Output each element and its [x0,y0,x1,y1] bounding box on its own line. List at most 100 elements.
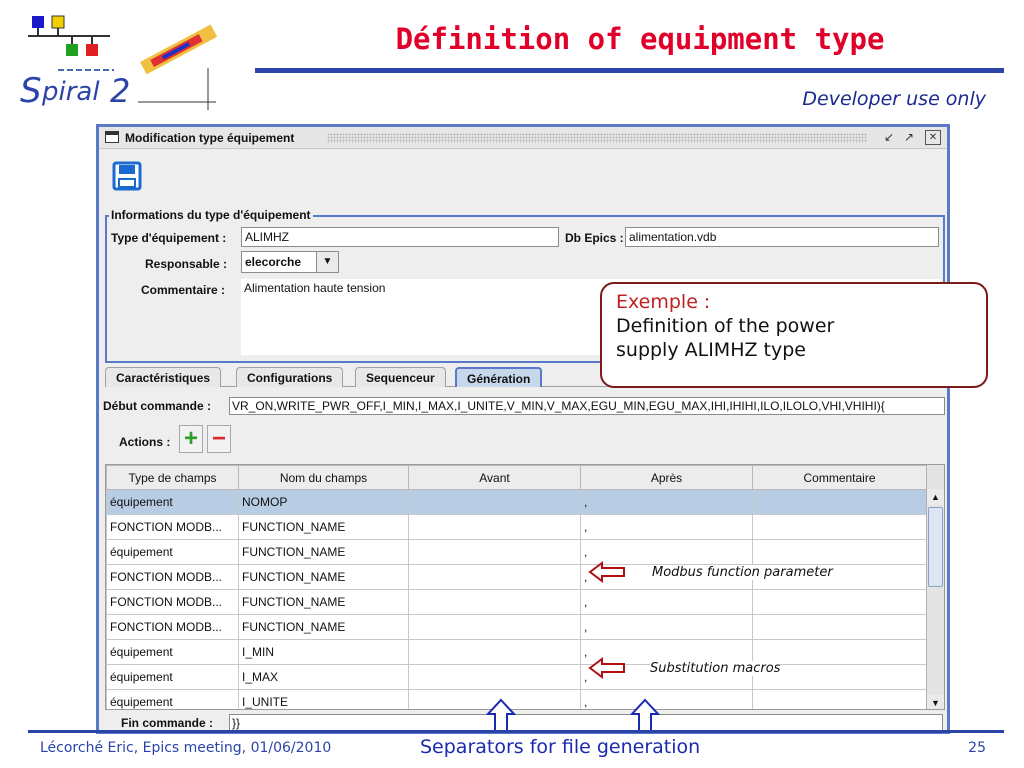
cell-avant[interactable] [408,539,581,565]
table-row[interactable]: FONCTION MODB... FUNCTION_NAME, [106,514,927,540]
responsable-select[interactable]: elecorche ▼ [241,251,339,273]
cell-type[interactable]: FONCTION MODB... [106,589,239,615]
developer-note: Developer use only [802,88,986,110]
cell-commentaire[interactable] [752,589,927,615]
footer-author: Lécorché Eric, Epics meeting, 01/06/2010 [40,740,332,756]
window-title: Modification type équipement [125,131,295,145]
cell-name[interactable]: I_MAX [238,664,409,690]
window-icon [105,131,119,143]
cell-name[interactable]: FUNCTION_NAME [238,539,409,565]
cell-apres[interactable]: , [580,614,753,640]
title-rule [255,68,1004,73]
cell-type[interactable]: FONCTION MODB... [106,614,239,640]
type-field[interactable]: ALIMHZ [241,227,559,247]
column-header-avant[interactable]: Avant [408,465,581,490]
cell-avant[interactable] [408,664,581,690]
cell-name[interactable]: NOMOP [238,489,409,515]
cell-commentaire[interactable] [752,514,927,540]
left-arrow-icon [588,657,625,679]
cell-apres[interactable]: , [580,589,753,615]
cell-commentaire[interactable] [752,489,927,515]
cell-type[interactable]: équipement [106,689,239,709]
save-icon[interactable] [111,160,143,192]
cell-commentaire[interactable] [752,614,927,640]
cell-name[interactable]: I_MIN [238,639,409,665]
actions-label: Actions : [119,435,171,449]
tab-generation[interactable]: Génération [455,367,543,387]
minimize-icon[interactable]: ↙ [881,130,897,145]
callout-line-1: Definition of the power [616,315,835,337]
cell-apres[interactable]: , [580,489,753,515]
slide-title: Définition of equipment type [395,22,885,56]
table-row[interactable]: équipement I_MAX, [106,664,927,690]
cell-avant[interactable] [408,589,581,615]
cell-name[interactable]: FUNCTION_NAME [238,589,409,615]
cell-avant[interactable] [408,489,581,515]
cell-type[interactable]: FONCTION MODB... [106,564,239,590]
cell-type[interactable]: équipement [106,664,239,690]
table-row[interactable]: équipement FUNCTION_NAME, [106,539,927,565]
svg-text:2: 2 [110,72,130,110]
scroll-down-icon[interactable]: ▼ [927,695,944,709]
close-icon[interactable]: ✕ [925,130,941,145]
callout-line-2: supply ALIMHZ type [616,339,806,361]
table-row[interactable]: équipement I_UNITE, [106,689,927,709]
cell-avant[interactable] [408,564,581,590]
remove-row-button[interactable]: − [207,425,231,453]
column-header-commentaire[interactable]: Commentaire [752,465,927,490]
cell-apres[interactable]: , [580,689,753,709]
fields-table: Type de champs Nom du champs Avant Après… [105,464,945,710]
db-epics-field[interactable]: alimentation.vdb [625,227,939,247]
left-arrow-icon [588,561,625,583]
table-row[interactable]: FONCTION MODB... FUNCTION_NAME, [106,614,927,640]
column-header-apres[interactable]: Après [580,465,753,490]
separators-caption: Separators for file generation [420,736,701,758]
column-header-type[interactable]: Type de champs [106,465,239,490]
cell-name[interactable]: FUNCTION_NAME [238,514,409,540]
cell-avant[interactable] [408,614,581,640]
callout-title: Exemple : [616,291,711,313]
scroll-up-icon[interactable]: ▲ [927,489,944,505]
debut-commande-label: Début commande : [103,399,212,413]
modification-window: Modification type équipement ↙ ↗ ✕ Infor… [96,124,950,734]
fin-commande-label: Fin commande : [121,716,214,730]
svg-text:piral: piral [41,77,100,107]
cell-name[interactable]: FUNCTION_NAME [238,614,409,640]
maximize-icon[interactable]: ↗ [901,130,917,145]
page-number: 25 [968,740,986,756]
responsable-label: Responsable : [145,257,228,271]
cell-name[interactable]: I_UNITE [238,689,409,709]
cell-name[interactable]: FUNCTION_NAME [238,564,409,590]
cell-apres[interactable]: , [580,514,753,540]
cell-commentaire[interactable] [752,539,927,565]
modbus-annotation: Modbus function parameter [652,565,833,580]
cell-commentaire[interactable] [752,689,927,709]
spiral2-logo: S piral 2 [20,15,218,111]
scroll-thumb[interactable] [928,507,943,587]
example-callout: Exemple : Definition of the power supply… [600,282,988,388]
table-row[interactable]: équipement NOMOP, [106,489,927,515]
add-row-button[interactable]: + [179,425,203,453]
table-scrollbar[interactable]: ▲ ▼ [926,465,944,709]
table-header: Type de champs Nom du champs Avant Après… [106,465,927,490]
responsable-value: elecorche [245,255,302,269]
cell-type[interactable]: équipement [106,489,239,515]
tab-caracteristiques[interactable]: Caractéristiques [105,367,222,387]
tab-sequenceur[interactable]: Sequenceur [355,367,446,387]
db-epics-label: Db Epics : [565,231,624,245]
chevron-down-icon[interactable]: ▼ [316,252,338,272]
cell-avant[interactable] [408,514,581,540]
window-titlebar[interactable]: Modification type équipement ↙ ↗ ✕ [99,127,947,149]
tab-configurations[interactable]: Configurations [236,367,344,387]
cell-type[interactable]: FONCTION MODB... [106,514,239,540]
debut-commande-field[interactable]: VR_ON,WRITE_PWR_OFF,I_MIN,I_MAX,I_UNITE,… [229,397,945,415]
cell-avant[interactable] [408,639,581,665]
table-row[interactable]: FONCTION MODB... FUNCTION_NAME, [106,589,927,615]
table-row[interactable]: équipement I_MIN, [106,639,927,665]
up-arrow-icon [630,698,660,733]
column-header-name[interactable]: Nom du champs [238,465,409,490]
cell-type[interactable]: équipement [106,539,239,565]
commentaire-label: Commentaire : [141,283,226,297]
up-arrow-icon [486,698,516,733]
cell-type[interactable]: équipement [106,639,239,665]
